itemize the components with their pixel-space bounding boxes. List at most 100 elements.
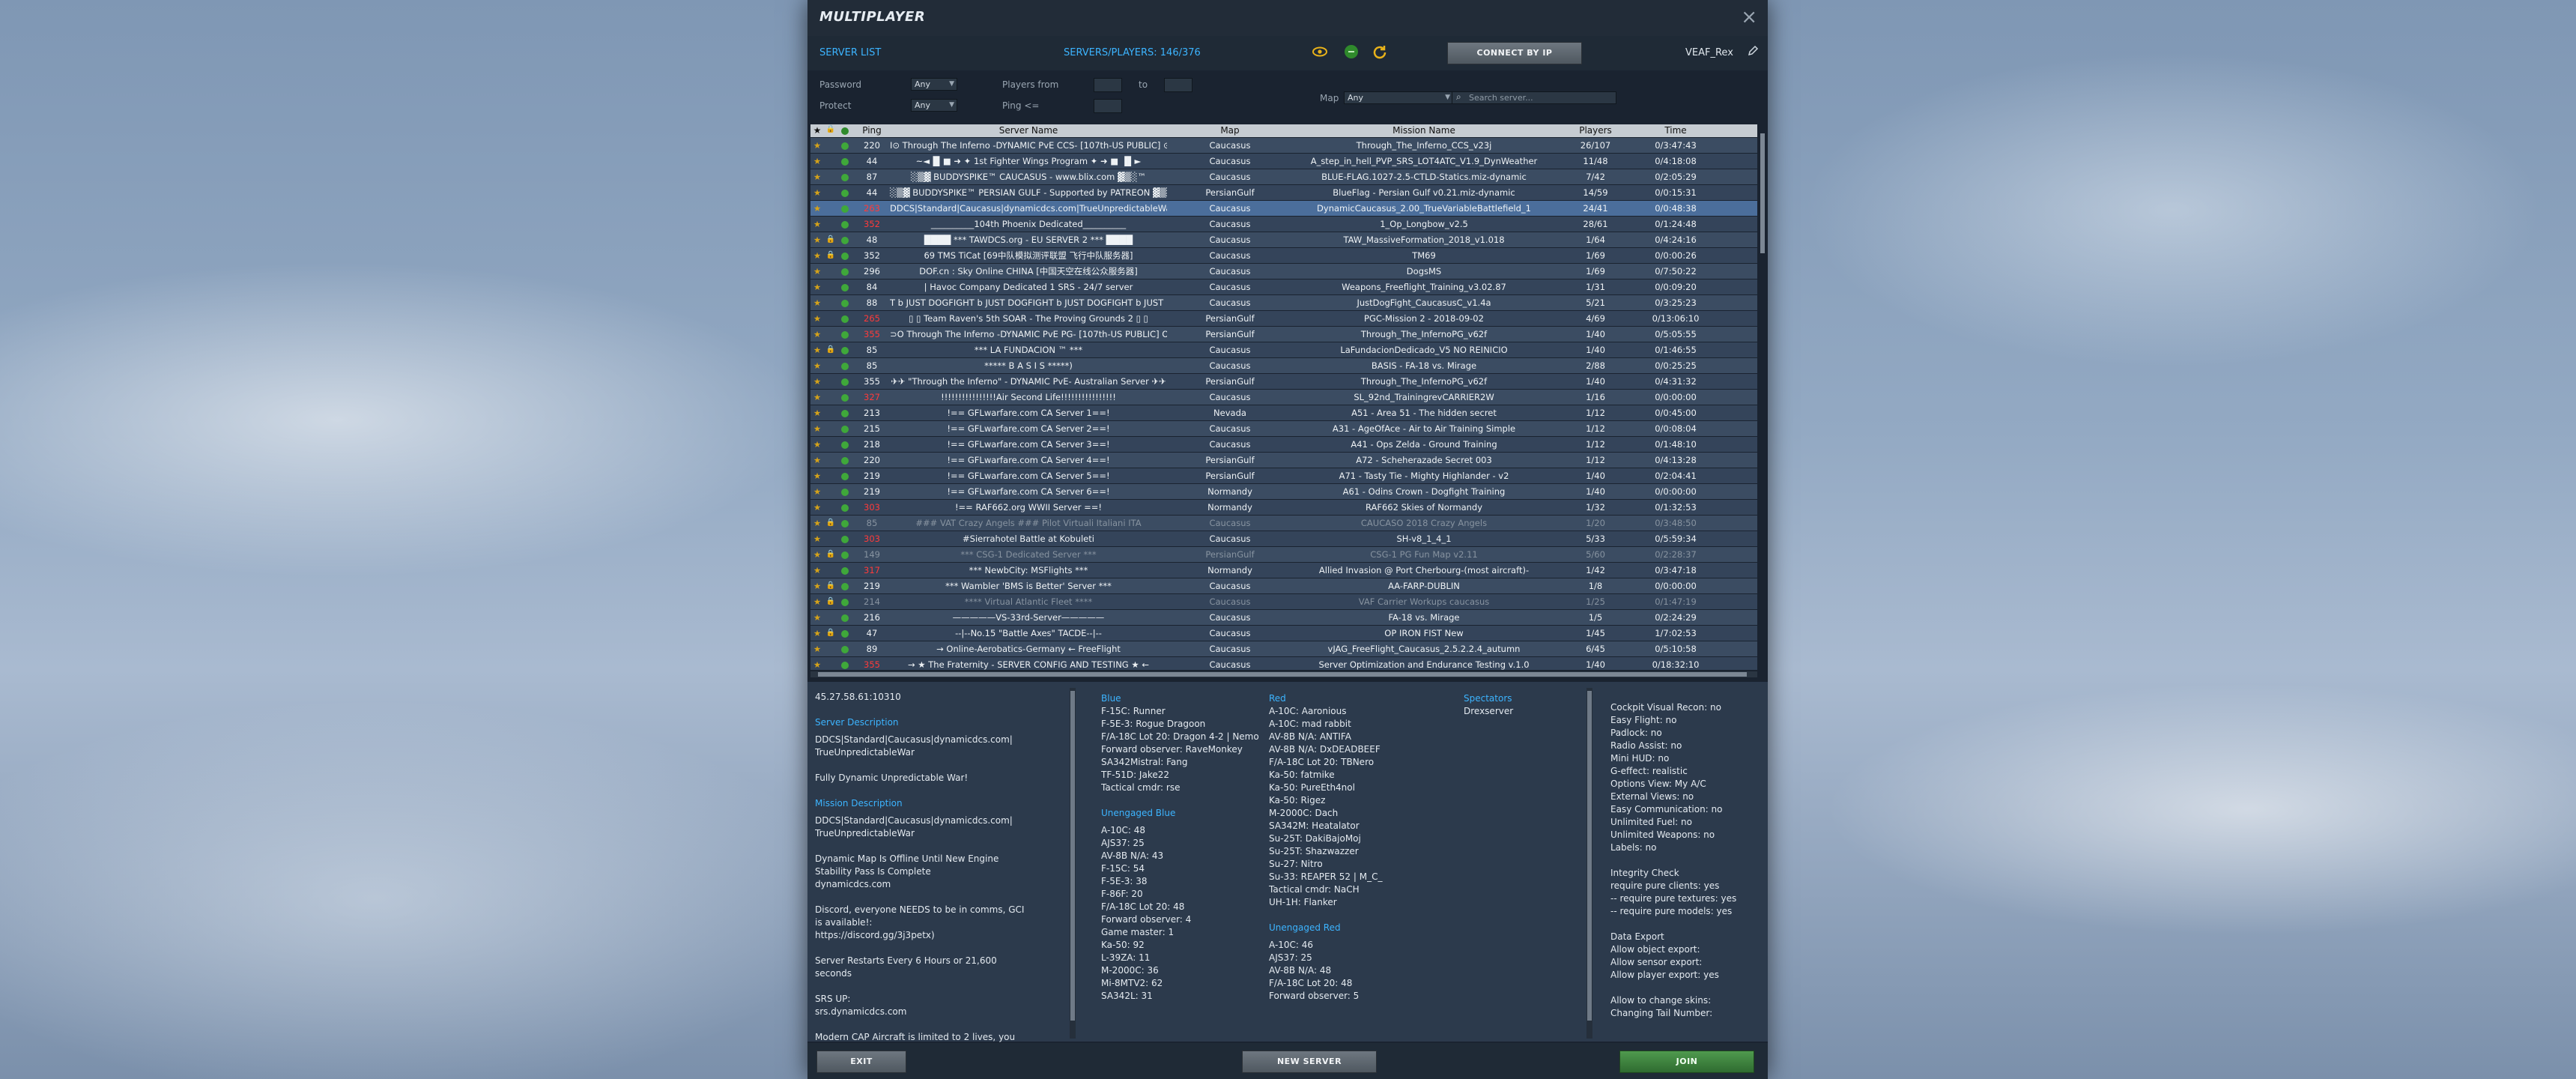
server-row[interactable]: ★ 317 *** NewbCity: MSFlights *** Normandy A… [810, 563, 1757, 578]
horizontal-scrollbar[interactable] [810, 671, 1757, 677]
server-row[interactable]: ★ 🔒 85 *** LA FUNDACION ™ *** Caucasus LaFund… [810, 342, 1757, 357]
server-row[interactable]: ★ 219 !== GFLwarfare.com CA Server 6==! Nor… [810, 484, 1757, 499]
server-row[interactable]: ★ 215 !== GFLwarfare.com CA Server 2==! Cau… [810, 421, 1757, 436]
server-row[interactable]: ★ 44 ~◄▐▌■ ➜ ✦ 1st Fighter Wings Program ✦… [810, 154, 1757, 169]
favorite-star-icon[interactable]: ★ [811, 626, 823, 641]
server-row[interactable]: ★ 219 !== GFLwarfare.com CA Server 5==! Per… [810, 468, 1757, 483]
server-row[interactable]: ★ 85 ***** B A S I S *****) Caucasus BASIS -… [810, 358, 1757, 373]
favorite-star-icon[interactable]: ★ [811, 154, 823, 169]
time-column-header[interactable]: Time [1634, 125, 1717, 136]
password-select[interactable]: Any ▼ [911, 78, 957, 91]
server-row[interactable]: ★ 44 ░▒▓ BUDDYSPIKE™ PERSIAN GULF - Suppor… [810, 185, 1757, 200]
map-select[interactable]: Any ▼ [1344, 91, 1453, 104]
server-row[interactable]: ★ 87 ░▒▓ BUDDYSPIKE™ CAUCASUS - www.blix.c… [810, 169, 1757, 184]
server-row[interactable]: ★ 🔒 149 *** CSG-1 Dedicated Server *** Persi… [810, 547, 1757, 562]
players-from-input[interactable] [1094, 78, 1122, 92]
map-column-header[interactable]: Map [1170, 125, 1290, 136]
favorite-star-icon[interactable]: ★ [811, 594, 823, 609]
favorite-star-icon[interactable]: ★ [811, 201, 823, 216]
status-filter-icon[interactable] [1342, 43, 1360, 61]
favorite-star-icon[interactable]: ★ [811, 264, 823, 279]
join-button[interactable]: JOIN [1619, 1051, 1754, 1073]
server-row[interactable]: ★ 352 __________104th Phoenix Dedicated___… [810, 217, 1757, 232]
server-row[interactable]: ★ 88 T b JUST DOGFIGHT b JUST DOGFIGHT b J… [810, 295, 1757, 310]
server-row[interactable]: ★ 296 DOF.cn : Sky Online CHINA [中国天空在线公众服… [810, 264, 1757, 279]
server-row[interactable]: ★ 🔒 352 69 TMS TiCat [69中队模拟测评联盟 飞行中队服务器] Ca… [810, 248, 1757, 263]
refresh-icon[interactable] [1371, 43, 1389, 61]
server-row[interactable]: ★ 🔒 85 ### VAT Crazy Angels ### Pilot Virtu… [810, 516, 1757, 531]
ping-column-header[interactable]: Ping [857, 125, 887, 136]
favorite-star-icon[interactable]: ★ [811, 453, 823, 468]
players-to-input[interactable] [1164, 78, 1192, 92]
favorite-star-icon[interactable]: ★ [811, 405, 823, 420]
favorite-star-icon[interactable]: ★ [811, 468, 823, 483]
ping-input[interactable] [1094, 99, 1122, 113]
server-row[interactable]: ★ 303 !== RAF662.org WWII Server ==! Norman… [810, 500, 1757, 515]
favorite-star-icon[interactable]: ★ [811, 516, 823, 531]
description-scrollbar[interactable] [1070, 688, 1076, 1039]
close-icon[interactable]: × [1741, 6, 1757, 28]
server-row[interactable]: ★ 🔒 219 *** Wambler 'BMS is Better' Server … [810, 578, 1757, 593]
exit-button[interactable]: EXIT [816, 1051, 906, 1073]
favorite-star-icon[interactable]: ★ [811, 185, 823, 200]
status-column-icon[interactable] [839, 125, 851, 136]
mission-name-column-header[interactable]: Mission Name [1293, 125, 1555, 136]
favorite-star-icon[interactable]: ★ [811, 279, 823, 294]
favorite-column-icon[interactable]: ★ [811, 125, 823, 136]
new-server-button[interactable]: NEW SERVER [1242, 1051, 1377, 1073]
server-row[interactable]: ★ 220 I⊙ Through The Inferno -DYNAMIC PvE … [810, 138, 1757, 153]
server-row[interactable]: ★ 89 → Online-Aerobatics-Germany ← FreeFli… [810, 641, 1757, 656]
server-option: require pure clients: yes [1610, 880, 1720, 891]
server-row[interactable]: ★ 265 ▯ ▯ Team Raven's 5th SOAR - The Prov… [810, 311, 1757, 326]
favorite-star-icon[interactable]: ★ [811, 358, 823, 373]
server-row[interactable]: ★ 🔒 48 ████ *** TAWDCS.org - EU SERVER 2 **… [810, 232, 1757, 247]
favorite-star-icon[interactable]: ★ [811, 641, 823, 656]
favorite-star-icon[interactable]: ★ [811, 531, 823, 546]
eye-icon[interactable] [1311, 43, 1329, 61]
favorite-star-icon[interactable]: ★ [811, 232, 823, 247]
server-row[interactable]: ★ 303 #Sierrahotel Battle at Kobuleti Cauca… [810, 531, 1757, 546]
server-row[interactable]: ★ 355 ⊃O Through The Inferno -DYNAMIC PvE … [810, 327, 1757, 342]
server-row[interactable]: ★ 218 !== GFLwarfare.com CA Server 3==! Cau… [810, 437, 1757, 452]
search-input[interactable]: ⌕ Search server... [1452, 91, 1616, 104]
favorite-star-icon[interactable]: ★ [811, 311, 823, 326]
slots-scrollbar[interactable] [1586, 688, 1592, 1039]
favorite-star-icon[interactable]: ★ [811, 138, 823, 153]
favorite-star-icon[interactable]: ★ [811, 547, 823, 562]
server-row[interactable]: ★ 213 !== GFLwarfare.com CA Server 1==! Nev… [810, 405, 1757, 420]
server-name-column-header[interactable]: Server Name [890, 125, 1167, 136]
favorite-star-icon[interactable]: ★ [811, 657, 823, 670]
server-row[interactable]: ★ 🔒 214 **** Virtual Atlantic Fleet **** Cau… [810, 594, 1757, 609]
favorite-star-icon[interactable]: ★ [811, 421, 823, 436]
server-list-scrollbar[interactable] [1759, 124, 1766, 670]
players-column-header[interactable]: Players [1560, 125, 1631, 136]
server-row[interactable]: ★ 216 —————VS-33rd-Server————— Caucasus FA-1… [810, 610, 1757, 625]
favorite-star-icon[interactable]: ★ [811, 437, 823, 452]
spectators-panel: Spectators Drexserver [1464, 692, 1576, 1051]
favorite-star-icon[interactable]: ★ [811, 295, 823, 310]
server-row[interactable]: ★ 🔒 47 --|--No.15 "Battle Axes" TACDE--|-- C… [810, 626, 1757, 641]
server-row[interactable]: ★ 355 → ★ The Fraternity - SERVER CONFIG A… [810, 657, 1757, 670]
favorite-star-icon[interactable]: ★ [811, 500, 823, 515]
connect-by-ip-button[interactable]: CONNECT BY IP [1447, 42, 1582, 64]
lock-column-icon[interactable]: 🔒 [825, 125, 837, 133]
server-list-tab[interactable]: SERVER LIST [819, 47, 881, 58]
favorite-star-icon[interactable]: ★ [811, 390, 823, 405]
favorite-star-icon[interactable]: ★ [811, 563, 823, 578]
server-row[interactable]: ★ 327 !!!!!!!!!!!!!!!!Air Second Life!!!!!… [810, 390, 1757, 405]
favorite-star-icon[interactable]: ★ [811, 327, 823, 342]
favorite-star-icon[interactable]: ★ [811, 342, 823, 357]
server-row[interactable]: ★ 220 !== GFLwarfare.com CA Server 4==! Per… [810, 453, 1757, 468]
server-row[interactable]: ★ 355 ✈✈ "Through the Inferno" - DYNAMIC P… [810, 374, 1757, 389]
favorite-star-icon[interactable]: ★ [811, 578, 823, 593]
favorite-star-icon[interactable]: ★ [811, 484, 823, 499]
pencil-icon[interactable] [1747, 45, 1759, 60]
favorite-star-icon[interactable]: ★ [811, 374, 823, 389]
favorite-star-icon[interactable]: ★ [811, 248, 823, 263]
server-row[interactable]: ★ 84 | Havoc Company Dedicated 1 SRS - 24/… [810, 279, 1757, 294]
protect-select[interactable]: Any ▼ [911, 99, 957, 112]
favorite-star-icon[interactable]: ★ [811, 610, 823, 625]
favorite-star-icon[interactable]: ★ [811, 169, 823, 184]
favorite-star-icon[interactable]: ★ [811, 217, 823, 232]
server-row[interactable]: ★ 263 DDCS|Standard|Caucasus|dynamicdcs.co… [810, 201, 1757, 216]
